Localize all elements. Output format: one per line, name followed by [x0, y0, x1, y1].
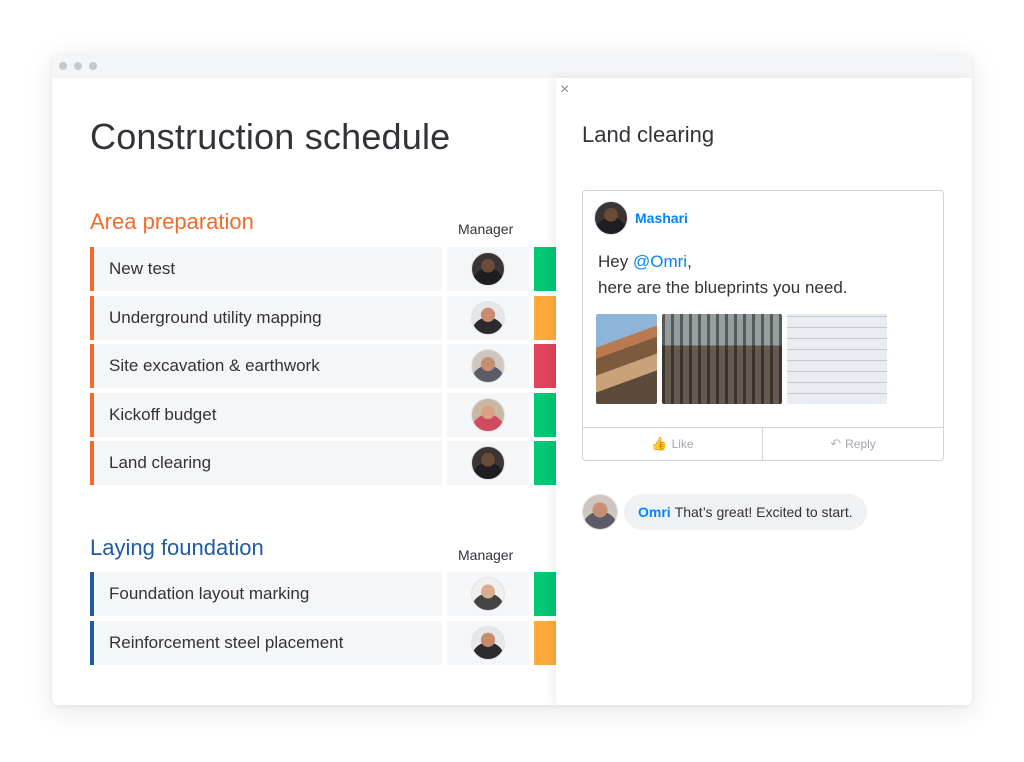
table-row[interactable]: Reinforcement steel placement	[90, 621, 574, 665]
group-title-laying-foundation[interactable]: Laying foundation	[90, 535, 264, 561]
reply-bubble: Omri That’s great! Excited to start.	[624, 494, 867, 530]
update-author[interactable]: Mashari	[635, 210, 688, 226]
blueprint-image[interactable]	[596, 314, 657, 404]
avatar	[471, 446, 505, 480]
reply-author[interactable]: Omri	[638, 504, 671, 520]
update-actions: 👍 Like ↶ Reply	[583, 427, 943, 460]
avatar	[471, 252, 505, 286]
table-row[interactable]: Kickoff budget	[90, 393, 574, 437]
item-name[interactable]: Foundation layout marking	[90, 572, 442, 616]
column-header-manager[interactable]: Manager	[458, 547, 513, 563]
update-line: here are the blueprints you need.	[598, 278, 848, 297]
avatar[interactable]	[594, 201, 628, 235]
table-row[interactable]: Foundation layout marking	[90, 572, 574, 616]
item-name[interactable]: Site excavation & earthwork	[90, 344, 442, 388]
update-body: Hey @Omri, here are the blueprints you n…	[598, 249, 848, 301]
blueprint-image[interactable]	[787, 314, 887, 404]
blueprint-image[interactable]	[662, 314, 782, 404]
reply-comment: Omri That’s great! Excited to start.	[582, 494, 912, 530]
update-greeting-end: ,	[687, 252, 692, 271]
window-dot-icon	[59, 62, 67, 70]
manager-cell[interactable]	[447, 247, 529, 291]
column-header-manager[interactable]: Manager	[458, 221, 513, 237]
table-row[interactable]: Site excavation & earthwork	[90, 344, 574, 388]
item-name[interactable]: New test	[90, 247, 442, 291]
table-row[interactable]: New test	[90, 247, 574, 291]
avatar	[471, 301, 505, 335]
reply-text: That’s great! Excited to start.	[674, 504, 853, 520]
mention-link[interactable]: @Omri	[633, 252, 687, 271]
avatar[interactable]	[582, 494, 618, 530]
avatar	[471, 577, 505, 611]
close-icon[interactable]: ×	[560, 81, 569, 99]
avatar	[471, 349, 505, 383]
like-button[interactable]: 👍 Like	[583, 428, 763, 460]
manager-cell[interactable]	[447, 572, 529, 616]
table-row[interactable]: Land clearing	[90, 441, 574, 485]
manager-cell[interactable]	[447, 441, 529, 485]
window-dot-icon	[74, 62, 82, 70]
panel-title: Land clearing	[582, 122, 715, 147]
item-name[interactable]: Reinforcement steel placement	[90, 621, 442, 665]
avatar	[471, 626, 505, 660]
group-title-area-preparation[interactable]: Area preparation	[90, 209, 254, 235]
board-title: Construction schedule	[90, 116, 451, 157]
avatar	[471, 398, 505, 432]
item-name[interactable]: Kickoff budget	[90, 393, 442, 437]
manager-cell[interactable]	[447, 296, 529, 340]
update-card: Mashari Hey @Omri, here are the blueprin…	[582, 190, 944, 461]
table-row[interactable]: Underground utility mapping	[90, 296, 574, 340]
reply-button[interactable]: ↶ Reply	[763, 428, 943, 460]
thumbs-up-icon: 👍	[651, 436, 668, 451]
reply-icon: ↶	[830, 436, 842, 451]
manager-cell[interactable]	[447, 621, 529, 665]
like-label: Like	[671, 437, 694, 451]
window-dot-icon	[89, 62, 97, 70]
update-greeting: Hey	[598, 252, 633, 271]
item-name[interactable]: Underground utility mapping	[90, 296, 442, 340]
app-window: Construction schedule Area preparation M…	[52, 54, 972, 705]
item-name[interactable]: Land clearing	[90, 441, 442, 485]
manager-cell[interactable]	[447, 344, 529, 388]
item-updates-panel: × Land clearing Mashari Hey @Omri, here …	[556, 78, 972, 705]
manager-cell[interactable]	[447, 393, 529, 437]
window-titlebar	[52, 54, 972, 78]
reply-label: Reply	[845, 437, 876, 451]
